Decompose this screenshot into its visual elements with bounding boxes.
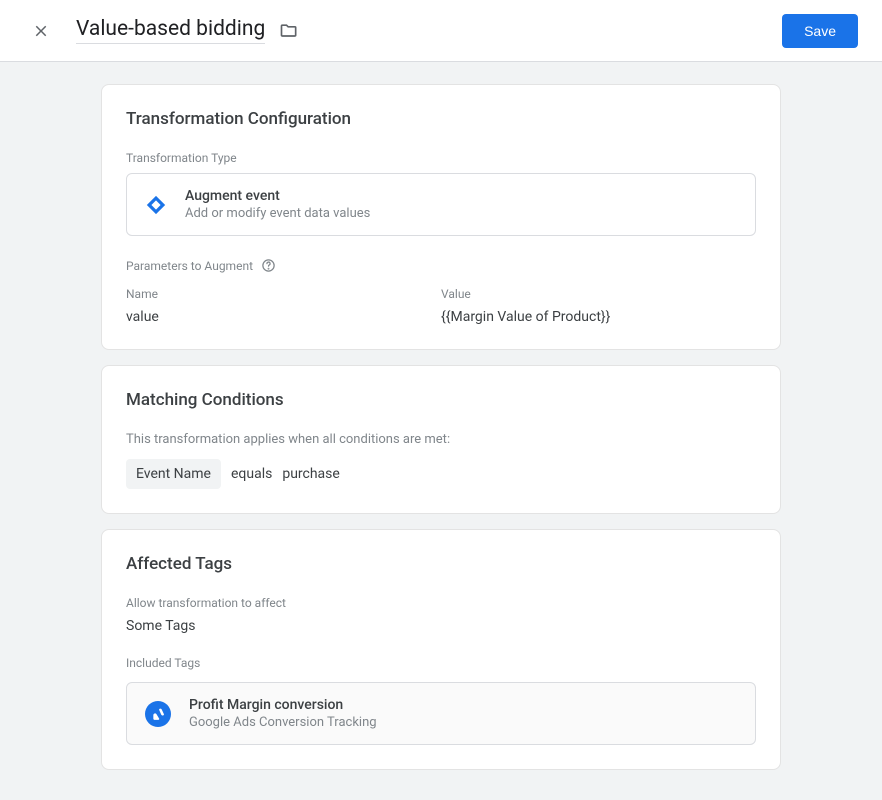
condition-value: purchase (282, 466, 340, 482)
folder-icon[interactable] (279, 21, 299, 41)
save-button[interactable]: Save (782, 14, 858, 48)
type-name: Augment event (185, 188, 370, 204)
google-ads-icon (145, 701, 171, 727)
type-text: Augment event Add or modify event data v… (185, 188, 370, 221)
type-desc: Add or modify event data values (185, 206, 370, 221)
condition-operator: equals (231, 466, 272, 482)
close-icon (32, 22, 50, 40)
config-section-title: Transformation Configuration (126, 109, 756, 129)
params-row: Name value Value {{Margin Value of Produ… (126, 287, 756, 325)
allow-value: Some Tags (126, 618, 756, 634)
tag-text: Profit Margin conversion Google Ads Conv… (189, 697, 377, 730)
transformation-type-box[interactable]: Augment event Add or modify event data v… (126, 173, 756, 236)
close-button[interactable] (24, 14, 58, 48)
param-value-label: Value (441, 287, 756, 301)
page-title[interactable]: Value-based bidding (76, 17, 265, 44)
condition-field-chip: Event Name (126, 459, 221, 489)
card-matching-conditions: Matching Conditions This transformation … (101, 365, 781, 514)
included-tags-label: Included Tags (126, 656, 756, 670)
param-value-value: {{Margin Value of Product}} (441, 309, 756, 325)
tags-section-title: Affected Tags (126, 554, 756, 574)
param-name-value: value (126, 309, 441, 325)
condition-row: Event Name equals purchase (126, 459, 756, 489)
conditions-description: This transformation applies when all con… (126, 432, 756, 447)
tag-desc: Google Ads Conversion Tracking (189, 715, 377, 730)
title-container: Value-based bidding (76, 17, 299, 44)
card-affected-tags: Affected Tags Allow transformation to af… (101, 529, 781, 770)
help-icon[interactable] (261, 258, 276, 273)
card-transformation-config: Transformation Configuration Transformat… (101, 84, 781, 350)
param-name-label: Name (126, 287, 441, 301)
conditions-section-title: Matching Conditions (126, 390, 756, 410)
content: Transformation Configuration Transformat… (0, 62, 882, 800)
params-label: Parameters to Augment (126, 259, 253, 273)
header-bar: Value-based bidding Save (0, 0, 882, 62)
tag-name: Profit Margin conversion (189, 697, 377, 713)
allow-label: Allow transformation to affect (126, 596, 756, 610)
augment-event-icon (145, 194, 167, 216)
included-tag-box[interactable]: Profit Margin conversion Google Ads Conv… (126, 682, 756, 745)
type-field-label: Transformation Type (126, 151, 756, 165)
